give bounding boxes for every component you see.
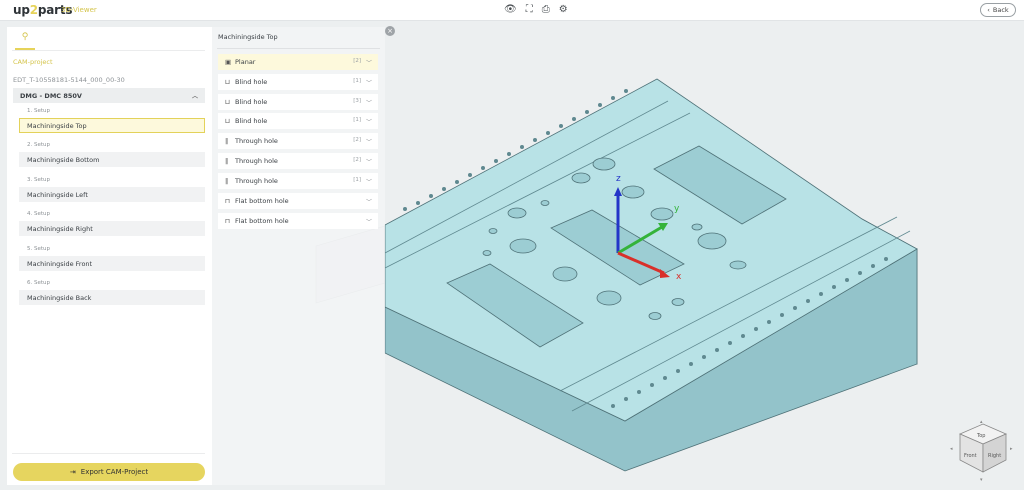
through-hole-icon: ‖ <box>225 177 229 185</box>
cam-project-label: CAM-project <box>13 58 53 66</box>
settings-icon[interactable]: ⚙ <box>559 4 568 16</box>
setup-item: 3. Setup Machiningside Left <box>19 177 205 202</box>
svg-text:◂: ◂ <box>950 446 953 452</box>
setup-item: 5. Setup Machiningside Front <box>19 246 205 271</box>
svg-text:▸: ▸ <box>1010 446 1013 452</box>
svg-text:▾: ▾ <box>980 477 983 482</box>
eye-icon[interactable]: 👁 <box>504 4 517 16</box>
planar-icon: ▣ <box>225 58 232 66</box>
pin-icon[interactable]: ⚲ <box>15 32 35 50</box>
setup-row-back[interactable]: Machiningside Back <box>19 290 205 305</box>
top-bar: up2parts 3D-Viewer 👁 ⛶ ⎙ ⚙ ‹ Back <box>0 0 1024 21</box>
feature-item-blind-hole[interactable]: ⊔ Blind hole [1] ﹀ <box>218 113 378 129</box>
setup-item: 6. Setup Machiningside Back <box>19 280 205 305</box>
export-icon: ⇥ <box>69 468 76 476</box>
feature-item-planar[interactable]: ▣ Planar [2] ﹀ <box>218 54 378 70</box>
blind-hole-icon: ⊔ <box>225 98 231 106</box>
svg-text:x: x <box>676 272 682 282</box>
through-hole-icon: ‖ <box>225 137 229 145</box>
chevron-down-icon: ﹀ <box>365 119 372 126</box>
features-panel: Machiningside Top ▣ Planar [2] ﹀ ⊔ Blind hol… <box>212 27 385 485</box>
cube-front-label: Front <box>964 453 977 459</box>
app-subtitle: 3D-Viewer <box>61 6 97 14</box>
expand-icon[interactable]: ⛶ <box>526 4 533 16</box>
svg-text:z: z <box>616 174 621 184</box>
setup-row-front[interactable]: Machiningside Front <box>19 256 205 271</box>
blind-hole-icon: ⊔ <box>225 78 231 86</box>
feature-item-through-hole[interactable]: ‖ Through hole [2] ﹀ <box>218 153 378 169</box>
chevron-left-icon: ‹ <box>987 6 990 14</box>
svg-text:y: y <box>674 204 680 214</box>
cube-right-label: Right <box>988 453 1001 459</box>
setup-row-left[interactable]: Machiningside Left <box>19 187 205 202</box>
chevron-down-icon: ﹀ <box>365 139 372 146</box>
chevron-down-icon: ﹀ <box>365 179 372 186</box>
flat-bottom-icon: ⊓ <box>225 217 231 225</box>
feature-item-blind-hole[interactable]: ⊔ Blind hole [1] ﹀ <box>218 74 378 90</box>
chevron-up-icon: ︿ <box>191 93 198 100</box>
feature-item-through-hole[interactable]: ‖ Through hole [1] ﹀ <box>218 173 378 189</box>
machine-header[interactable]: DMG - DMC 850V ︿ <box>13 88 205 103</box>
chevron-down-icon: ﹀ <box>365 219 372 226</box>
setup-item: 1. Setup Machiningside Top <box>19 108 205 133</box>
view-cube[interactable]: Top Front Right ▴ ◂ ▸ ▾ <box>950 419 1016 483</box>
setup-item: 4. Setup Machiningside Right <box>19 211 205 236</box>
back-button[interactable]: ‹ Back <box>980 3 1016 17</box>
close-icon[interactable]: × <box>385 26 395 36</box>
setup-item: 2. Setup Machiningside Bottom <box>19 142 205 167</box>
export-cam-project-button[interactable]: ⇥ Export CAM-Project <box>13 463 205 481</box>
feature-item-flat-bottom-hole[interactable]: ⊓ Flat bottom hole ﹀ <box>218 213 378 229</box>
setup-row-top[interactable]: Machiningside Top <box>19 118 205 133</box>
features-title: Machiningside Top <box>218 33 278 41</box>
chevron-down-icon: ﹀ <box>365 159 372 166</box>
chevron-down-icon: ﹀ <box>365 80 372 87</box>
feature-item-flat-bottom-hole[interactable]: ⊓ Flat bottom hole ﹀ <box>218 193 378 209</box>
chevron-down-icon: ﹀ <box>365 100 372 107</box>
project-id: EDT_T-10558181-5144_000_00-30 <box>13 76 125 84</box>
setup-row-right[interactable]: Machiningside Right <box>19 221 205 236</box>
chevron-down-icon: ﹀ <box>365 199 372 206</box>
print-icon[interactable]: ⎙ <box>542 4 550 16</box>
through-hole-icon: ‖ <box>225 157 229 165</box>
feature-item-blind-hole[interactable]: ⊔ Blind hole [3] ﹀ <box>218 94 378 110</box>
blind-hole-icon: ⊔ <box>225 117 231 125</box>
setup-row-bottom[interactable]: Machiningside Bottom <box>19 152 205 167</box>
feature-item-through-hole[interactable]: ‖ Through hole [2] ﹀ <box>218 133 378 149</box>
cam-project-panel: ⚲ CAM-project EDT_T-10558181-5144_000_00… <box>7 27 212 485</box>
cube-top-label: Top <box>976 433 985 439</box>
view-toolbar: 👁 ⛶ ⎙ ⚙ <box>504 4 568 16</box>
flat-bottom-icon: ⊓ <box>225 197 231 205</box>
chevron-down-icon: ﹀ <box>365 60 372 67</box>
